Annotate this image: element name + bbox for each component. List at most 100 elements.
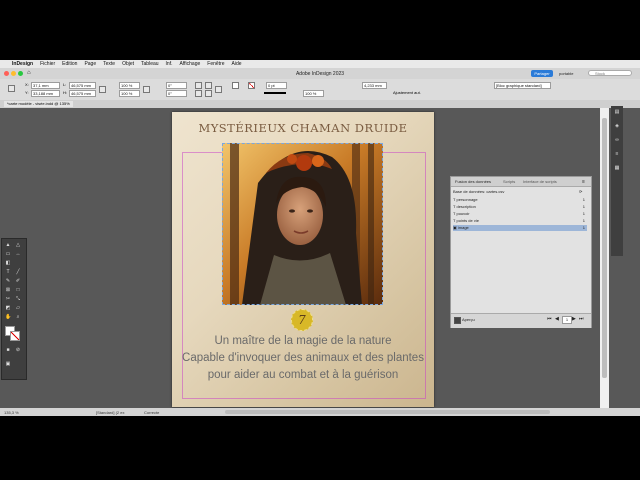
flip-vertical-icon[interactable] (205, 90, 212, 97)
hand-tool-icon[interactable]: ✋ (5, 314, 11, 320)
scroll-thumb[interactable] (602, 118, 607, 378)
fill-swatch[interactable] (232, 82, 239, 89)
pen-tool-icon[interactable]: ✎ (5, 278, 11, 284)
menu-info[interactable]: Inf. (166, 61, 173, 67)
previous-record-icon[interactable]: ◀ (555, 316, 559, 322)
page-style[interactable]: [Standard] (2 ex (96, 410, 124, 415)
pencil-tool-icon[interactable]: ✐ (15, 278, 21, 284)
links-icon[interactable]: ∞ (614, 137, 620, 143)
stroke-weight-field[interactable]: 0 pt (266, 82, 287, 89)
scale-y-field[interactable]: 100 % (119, 90, 140, 97)
document-tab[interactable]: *carte modèle - visée.indd @ 135% (4, 101, 73, 107)
object-style-select[interactable]: [Bloc graphique standard] (494, 82, 551, 89)
workspace-switcher[interactable]: portable (559, 71, 573, 76)
link-scale-icon[interactable] (143, 86, 150, 93)
field-row[interactable]: T pouvoir 1 (453, 211, 587, 217)
power-badge[interactable]: 7 (291, 309, 313, 331)
menu-app[interactable]: InDesign (12, 61, 33, 67)
y-field[interactable]: 33,188 mm (31, 90, 60, 97)
card-page[interactable]: MYSTÉRIEUX CHAMAN DRUIDE 7 Un maître de … (172, 112, 434, 407)
stroke-color-swatch[interactable] (10, 331, 20, 341)
gradient-tool-icon[interactable]: ◩ (5, 305, 11, 311)
preview-checkbox[interactable] (454, 317, 461, 324)
tab-script-interface[interactable]: Interface de scripts (523, 179, 557, 184)
apply-color-icon[interactable]: ■ (5, 347, 11, 353)
page-tool-icon[interactable]: ▭ (5, 251, 11, 257)
share-button[interactable]: Partager (531, 70, 553, 77)
y-label: Y: (25, 90, 29, 95)
rotate-cw-icon[interactable] (195, 82, 202, 89)
constrain-proportions-icon[interactable] (99, 86, 106, 93)
opacity-field[interactable]: 100 % (303, 90, 324, 97)
note-tool-icon[interactable]: ▱ (15, 305, 21, 311)
zoom-tool-icon[interactable]: ⌕ (15, 314, 21, 320)
menu-page[interactable]: Page (84, 61, 96, 67)
stroke-type-line[interactable] (264, 92, 286, 94)
rectangle-tool-icon[interactable]: □ (15, 287, 21, 293)
tab-scripts[interactable]: Scripts (503, 179, 515, 184)
character-portrait[interactable] (222, 143, 383, 305)
description-line-2[interactable]: Capable d'invoquer des animaux et des pl… (172, 352, 434, 364)
height-field[interactable]: 46,575 mm (69, 90, 96, 97)
description-line-3[interactable]: pour aider au combat et à la guérison (172, 369, 434, 381)
x-field[interactable]: 37,1 mm (31, 82, 60, 89)
stock-search-input[interactable]: Stock (588, 70, 632, 76)
preview-label: Aperçu (462, 317, 475, 322)
menu-texte[interactable]: Texte (103, 61, 115, 67)
menu-fenetre[interactable]: Fenêtre (207, 61, 224, 67)
direct-selection-tool-icon[interactable]: △ (15, 242, 21, 248)
refresh-icon[interactable]: ⟳ (579, 189, 582, 194)
menu-affichage[interactable]: Affichage (180, 61, 201, 67)
last-record-icon[interactable]: ⏭ (579, 316, 584, 322)
record-number-field[interactable]: 1 (562, 316, 572, 324)
first-record-icon[interactable]: ⏮ (547, 316, 552, 322)
field-row[interactable]: T personnage 1 (453, 197, 587, 203)
layers-icon[interactable]: ◈ (614, 123, 620, 129)
pages-icon[interactable]: ▤ (614, 109, 620, 115)
card-title[interactable]: MYSTÉRIEUX CHAMAN DRUIDE (172, 121, 434, 135)
menu-fichier[interactable]: Fichier (40, 61, 55, 67)
horizontal-scrollbar[interactable] (225, 410, 550, 414)
stroke-swatch[interactable] (248, 82, 255, 89)
menu-bar: InDesign Fichier Edition Page Texte Obje… (0, 60, 640, 68)
field-row[interactable]: T description 1 (453, 204, 587, 210)
offset-field[interactable]: 4,233 mm (362, 82, 387, 89)
rotation-field[interactable]: 0° (166, 82, 187, 89)
field-row-selected[interactable]: ▣ image 1 (453, 225, 587, 231)
reference-point-icon[interactable] (8, 85, 15, 92)
swatches-icon[interactable]: ▦ (614, 165, 620, 171)
title-bar: ⌂ Adobe InDesign 2023 Partager portable … (0, 68, 640, 79)
next-record-icon[interactable]: ▶ (572, 316, 576, 322)
transform-tool-icon[interactable]: ⤡ (15, 296, 21, 302)
line-tool-icon[interactable]: ╱ (15, 269, 21, 275)
content-collector-icon[interactable]: ◧ (5, 260, 11, 266)
tab-data-merge[interactable]: Fusion des données (455, 179, 491, 184)
select-container-icon[interactable] (215, 86, 222, 93)
description-line-1[interactable]: Un maître de la magie de la nature (172, 335, 434, 347)
scale-x-field[interactable]: 100 % (119, 82, 140, 89)
rectangle-frame-tool-icon[interactable]: ⊠ (5, 287, 11, 293)
field-name: description (456, 204, 476, 209)
width-field[interactable]: 46,575 mm (69, 82, 96, 89)
screen-mode-icon[interactable]: ▣ (5, 361, 11, 367)
menu-aide[interactable]: Aide (232, 61, 242, 67)
vertical-scrollbar[interactable] (600, 108, 609, 408)
field-row[interactable]: T points de vie 1 (453, 218, 587, 224)
auto-fit-checkbox[interactable]: Ajustement aut. (393, 90, 421, 95)
selection-tool-icon[interactable]: ▲ (5, 242, 11, 248)
menu-edition[interactable]: Edition (62, 61, 77, 67)
apply-none-icon[interactable]: ⊘ (15, 347, 21, 353)
menu-tableau[interactable]: Tableau (141, 61, 159, 67)
preflight-status[interactable]: Correcte (144, 410, 159, 415)
scissors-tool-icon[interactable]: ✂ (5, 296, 11, 302)
gap-tool-icon[interactable]: ↔ (15, 251, 21, 257)
flip-horizontal-icon[interactable] (195, 90, 202, 97)
rotate-ccw-icon[interactable] (205, 82, 212, 89)
stroke-icon[interactable]: ≡ (614, 151, 620, 157)
shear-field[interactable]: 0° (166, 90, 187, 97)
zoom-level[interactable]: 135,3 % (4, 410, 19, 415)
panel-menu-icon[interactable]: ≡ (582, 179, 585, 185)
type-tool-icon[interactable]: T (5, 269, 11, 275)
menu-objet[interactable]: Objet (122, 61, 134, 67)
field-name: personnage (456, 197, 478, 202)
